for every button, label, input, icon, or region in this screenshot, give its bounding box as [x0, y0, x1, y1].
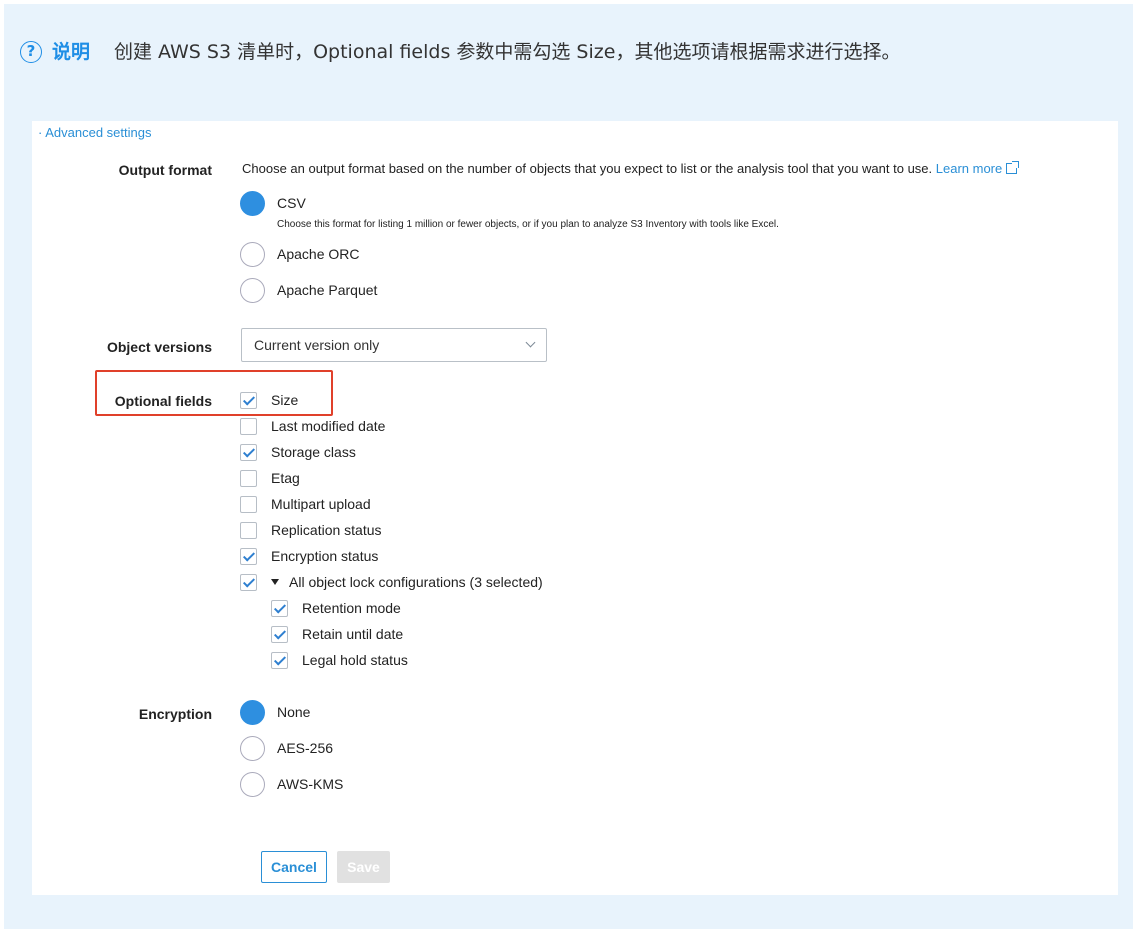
checkbox-unchecked-icon[interactable] [240, 417, 257, 435]
csv-label: CSV [277, 195, 306, 211]
encryption-aes-label: AES-256 [277, 740, 334, 756]
encryption-aes[interactable]: AES-256 [240, 735, 333, 761]
checkbox-checked-icon[interactable] [271, 651, 288, 669]
checkbox-unchecked-icon[interactable] [240, 495, 257, 513]
field-size-label: Size [271, 392, 299, 408]
checkbox-checked-icon[interactable] [271, 625, 288, 643]
cancel-button[interactable]: Cancel [261, 851, 327, 883]
checkbox-unchecked-icon[interactable] [240, 521, 257, 539]
object-lock-text: All object lock configurations (3 select… [289, 574, 543, 590]
radio-unselected-icon[interactable] [240, 241, 265, 267]
field-encryption-status[interactable]: Encryption status [240, 546, 378, 566]
field-object-lock[interactable]: All object lock configurations (3 select… [240, 572, 543, 592]
field-last-modified[interactable]: Last modified date [240, 416, 385, 436]
radio-unselected-icon[interactable] [240, 735, 265, 761]
field-etag-label: Etag [271, 470, 300, 486]
object-versions-value: Current version only [254, 337, 380, 353]
output-format-orc[interactable]: Apache ORC [240, 241, 359, 267]
help-circle-icon: ? [20, 41, 42, 63]
note-label: 说明 [52, 41, 91, 63]
encryption-kms[interactable]: AWS-KMS [240, 771, 343, 797]
s3-inventory-screenshot: · Advanced settings Output format Choose… [32, 121, 1118, 895]
field-storage-class-label: Storage class [271, 444, 356, 460]
output-format-csv[interactable]: CSV [240, 190, 306, 216]
encryption-none-label: None [277, 704, 311, 720]
field-etag[interactable]: Etag [240, 468, 300, 488]
field-retention-mode[interactable]: Retention mode [271, 598, 401, 618]
checkbox-checked-icon[interactable] [240, 547, 257, 565]
field-last-modified-label: Last modified date [271, 418, 386, 434]
note-panel: ? 说明 创建 AWS S3 清单时，Optional fields 参数中需勾选 … [4, 4, 1133, 929]
orc-label: Apache ORC [277, 246, 360, 262]
field-retention-mode-label: Retention mode [302, 600, 401, 616]
checkbox-checked-icon[interactable] [240, 391, 257, 409]
radio-selected-icon[interactable] [240, 190, 265, 216]
field-replication[interactable]: Replication status [240, 520, 382, 540]
output-format-description: Choose an output format based on the num… [242, 161, 1020, 176]
object-versions-label: Object versions [106, 339, 212, 355]
radio-unselected-icon[interactable] [240, 771, 265, 797]
note-body: 创建 AWS S3 清单时，Optional fields 参数中需勾选 Siz… [114, 41, 901, 63]
external-link-icon [1006, 161, 1020, 174]
radio-selected-icon[interactable] [240, 699, 265, 725]
field-encryption-status-label: Encryption status [271, 548, 379, 564]
checkbox-checked-icon[interactable] [271, 599, 288, 617]
encryption-none[interactable]: None [240, 699, 310, 725]
field-retain-until[interactable]: Retain until date [271, 624, 403, 644]
field-retain-until-label: Retain until date [302, 626, 404, 642]
field-size[interactable]: Size [240, 390, 298, 410]
learn-more-link[interactable]: Learn more [936, 161, 1002, 176]
field-storage-class[interactable]: Storage class [240, 442, 356, 462]
field-multipart[interactable]: Multipart upload [240, 494, 371, 514]
field-multipart-label: Multipart upload [271, 496, 371, 512]
csv-description: Choose this format for listing 1 million… [277, 219, 779, 230]
checkbox-checked-icon[interactable] [240, 573, 257, 591]
advanced-settings-link[interactable]: · Advanced settings [38, 125, 151, 140]
field-legal-hold-label: Legal hold status [302, 652, 408, 668]
note-text: ? 说明 创建 AWS S3 清单时，Optional fields 参数中需勾选 … [20, 34, 1120, 70]
radio-unselected-icon[interactable] [240, 277, 265, 303]
caret-down-icon[interactable] [271, 579, 279, 585]
object-versions-select[interactable]: Current version only [241, 328, 547, 362]
output-format-label: Output format [118, 162, 212, 178]
checkbox-unchecked-icon[interactable] [240, 469, 257, 487]
output-format-description-text: Choose an output format based on the num… [242, 161, 933, 176]
encryption-label: Encryption [138, 706, 212, 722]
field-legal-hold[interactable]: Legal hold status [271, 650, 408, 670]
field-object-lock-label: All object lock configurations (3 select… [271, 574, 543, 590]
chevron-down-icon [525, 337, 536, 348]
parquet-label: Apache Parquet [277, 282, 378, 298]
checkbox-checked-icon[interactable] [240, 443, 257, 461]
output-format-parquet[interactable]: Apache Parquet [240, 277, 377, 303]
save-button[interactable]: Save [337, 851, 390, 883]
field-replication-label: Replication status [271, 522, 382, 538]
encryption-kms-label: AWS-KMS [277, 776, 344, 792]
